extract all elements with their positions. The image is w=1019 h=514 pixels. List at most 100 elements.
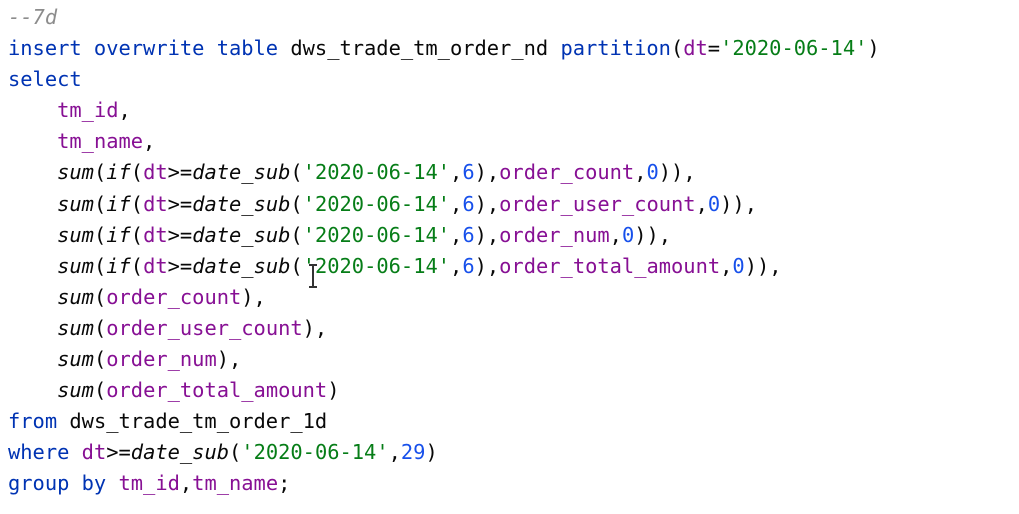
code-token-pun [8,98,57,122]
code-token-col: dt [143,222,168,247]
code-token-str: '2020-06-14' [241,440,389,465]
code-token-pun: , [609,222,622,247]
code-token-pun: >= [167,222,193,247]
code-editor[interactable]: --7d insert overwrite table dws_trade_tm_… [0,0,1019,514]
code-token-pun: ( [130,160,144,185]
code-token-col: order_user_count [106,315,303,340]
sql-code[interactable]: --7d insert overwrite table dws_trade_tm_… [8,2,880,500]
code-line[interactable]: tm_id, [8,95,880,126]
code-token-fn: sum [57,347,94,372]
code-token-pun: ( [93,347,107,372]
code-token-str: '2020-06-14' [302,253,451,278]
fold-marker[interactable] [0,476,6,492]
code-token-pun [8,285,57,309]
code-line[interactable]: sum(if(dt>=date_sub('2020-06-14',6),orde… [8,220,880,251]
code-token-pun: ), [474,222,500,247]
code-line[interactable]: sum(if(dt>=date_sub('2020-06-14',6),orde… [8,251,880,282]
code-token-fn: sum [57,191,94,216]
code-token-pun: ), [474,253,500,278]
code-token-pun: ( [93,378,107,403]
code-line[interactable]: sum(order_num), [8,344,880,375]
code-token-fn: sum [57,253,94,278]
code-line[interactable]: select [8,64,880,95]
code-line[interactable]: insert overwrite table dws_trade_tm_orde… [8,33,880,64]
code-token-pun: ( [93,222,107,247]
code-token-pun: ( [93,191,107,216]
code-token-pun: )), [658,160,696,185]
code-token-col: order_total_amount [499,253,721,278]
code-token-fn: date_sub [192,222,291,247]
code-token-pun: ), [241,284,266,309]
code-token-pun [8,347,57,371]
code-token-str: '2020-06-14' [302,160,451,185]
code-token-pun: , [143,129,156,154]
code-line[interactable]: --7d [8,2,880,33]
code-line[interactable]: from dws_trade_tm_order_1d [8,406,880,437]
code-token-pun: ( [130,253,144,278]
code-token-pun: ( [93,253,107,278]
code-token-pun: ; [278,471,291,496]
code-token-col: dt [143,253,168,278]
code-token-kw: select [8,67,82,92]
fold-marker[interactable] [0,72,6,88]
code-line[interactable]: group by tm_id,tm_name; [8,468,880,499]
code-token-pun: , [450,253,463,278]
code-line[interactable]: tm_name, [8,126,880,157]
fold-marker[interactable] [0,40,6,56]
code-token-kw: partition [560,36,671,61]
code-line[interactable]: sum(order_user_count), [8,313,880,344]
code-token-num: 0 [707,191,721,216]
code-token-pun: ), [474,191,500,216]
code-token-pun: ( [229,440,242,465]
code-token-pun: ( [670,36,684,61]
code-token-num: 0 [732,253,745,278]
code-token-pun: , [720,253,733,278]
code-token-pun: ( [290,253,303,278]
code-token-pun: )), [720,191,757,216]
code-token-num: 29 [400,440,426,465]
code-token-pun: , [634,160,647,185]
code-line[interactable]: sum(if(dt>=date_sub('2020-06-14',6),orde… [8,189,880,220]
code-token-pun: )), [634,222,672,247]
code-token-fn: if [106,222,131,247]
code-token-pun: >= [167,253,193,278]
code-token-pun: , [450,191,463,216]
code-token-fn: if [106,253,131,278]
code-token-fn: date_sub [192,160,291,185]
code-token-pun: ), [302,315,328,340]
code-token-pun: >= [167,191,193,216]
code-token-pun: ( [93,160,107,185]
code-token-tbl: dws_trade_tm_order_nd [290,36,561,61]
code-token-fn: date_sub [192,253,291,278]
code-token-kw: where [8,440,82,465]
code-line[interactable]: sum(order_total_amount) [8,375,880,406]
code-token-fn: sum [57,160,94,185]
code-token-col: order_num [499,222,610,247]
code-token-pun: = [707,36,721,61]
code-token-pun: , [450,222,463,247]
code-token-pun: ( [290,160,303,185]
code-token-col: order_count [499,160,635,185]
code-line[interactable]: sum(if(dt>=date_sub('2020-06-14',6),orde… [8,157,880,188]
code-token-num: 0 [646,160,659,185]
code-token-pun: ) [867,36,880,61]
code-token-pun [8,223,57,247]
code-token-kw: group by [8,471,119,496]
code-token-pun: ), [474,160,500,185]
code-token-col: dt [81,440,107,465]
code-line[interactable]: sum(order_count), [8,282,880,313]
code-token-num: 6 [462,160,475,185]
code-token-pun: , [695,191,708,216]
code-token-str: '2020-06-14' [302,222,451,247]
code-token-fn: sum [57,378,94,403]
code-token-pun: , [388,440,401,465]
code-token-kw: from [8,409,70,434]
code-line[interactable]: where dt>=date_sub('2020-06-14',29) [8,437,880,468]
code-token-num: 6 [462,191,475,216]
code-token-pun [8,192,57,216]
code-token-pun: ( [130,191,144,216]
code-token-pun: >= [167,160,193,185]
code-token-pun: )), [744,253,782,278]
code-token-pun [8,160,57,184]
code-token-str: '2020-06-14' [720,36,868,61]
